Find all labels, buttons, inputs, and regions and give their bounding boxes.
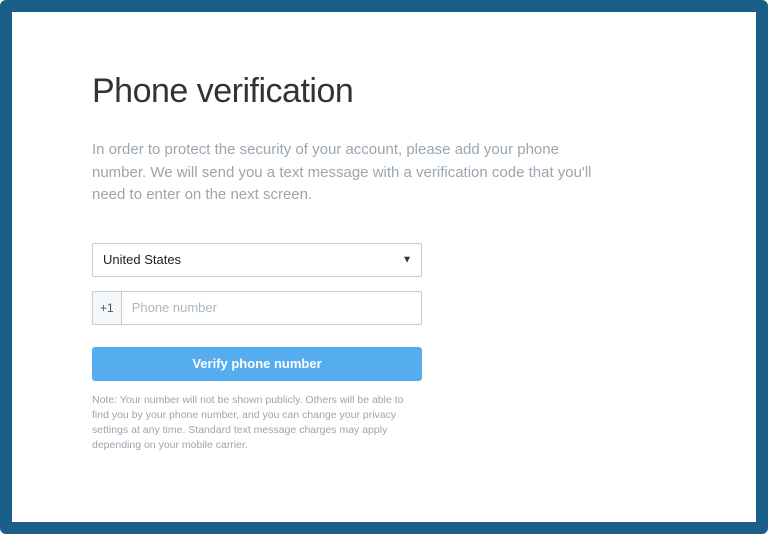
page-title: Phone verification <box>92 72 652 111</box>
phone-input-row: +1 <box>92 291 422 325</box>
country-select-wrap: United States ▼ <box>92 243 422 277</box>
verification-form: United States ▼ +1 Verify phone number N… <box>92 243 422 454</box>
content-area: Phone verification In order to protect t… <box>92 72 652 453</box>
country-select[interactable]: United States <box>92 243 422 277</box>
phone-number-input[interactable] <box>121 291 422 325</box>
privacy-note: Note: Your number will not be shown publ… <box>92 393 422 454</box>
description-text: In order to protect the security of your… <box>92 139 612 207</box>
country-code-prefix: +1 <box>92 291 121 325</box>
app-frame: Phone verification In order to protect t… <box>0 0 768 534</box>
verify-button[interactable]: Verify phone number <box>92 347 422 381</box>
